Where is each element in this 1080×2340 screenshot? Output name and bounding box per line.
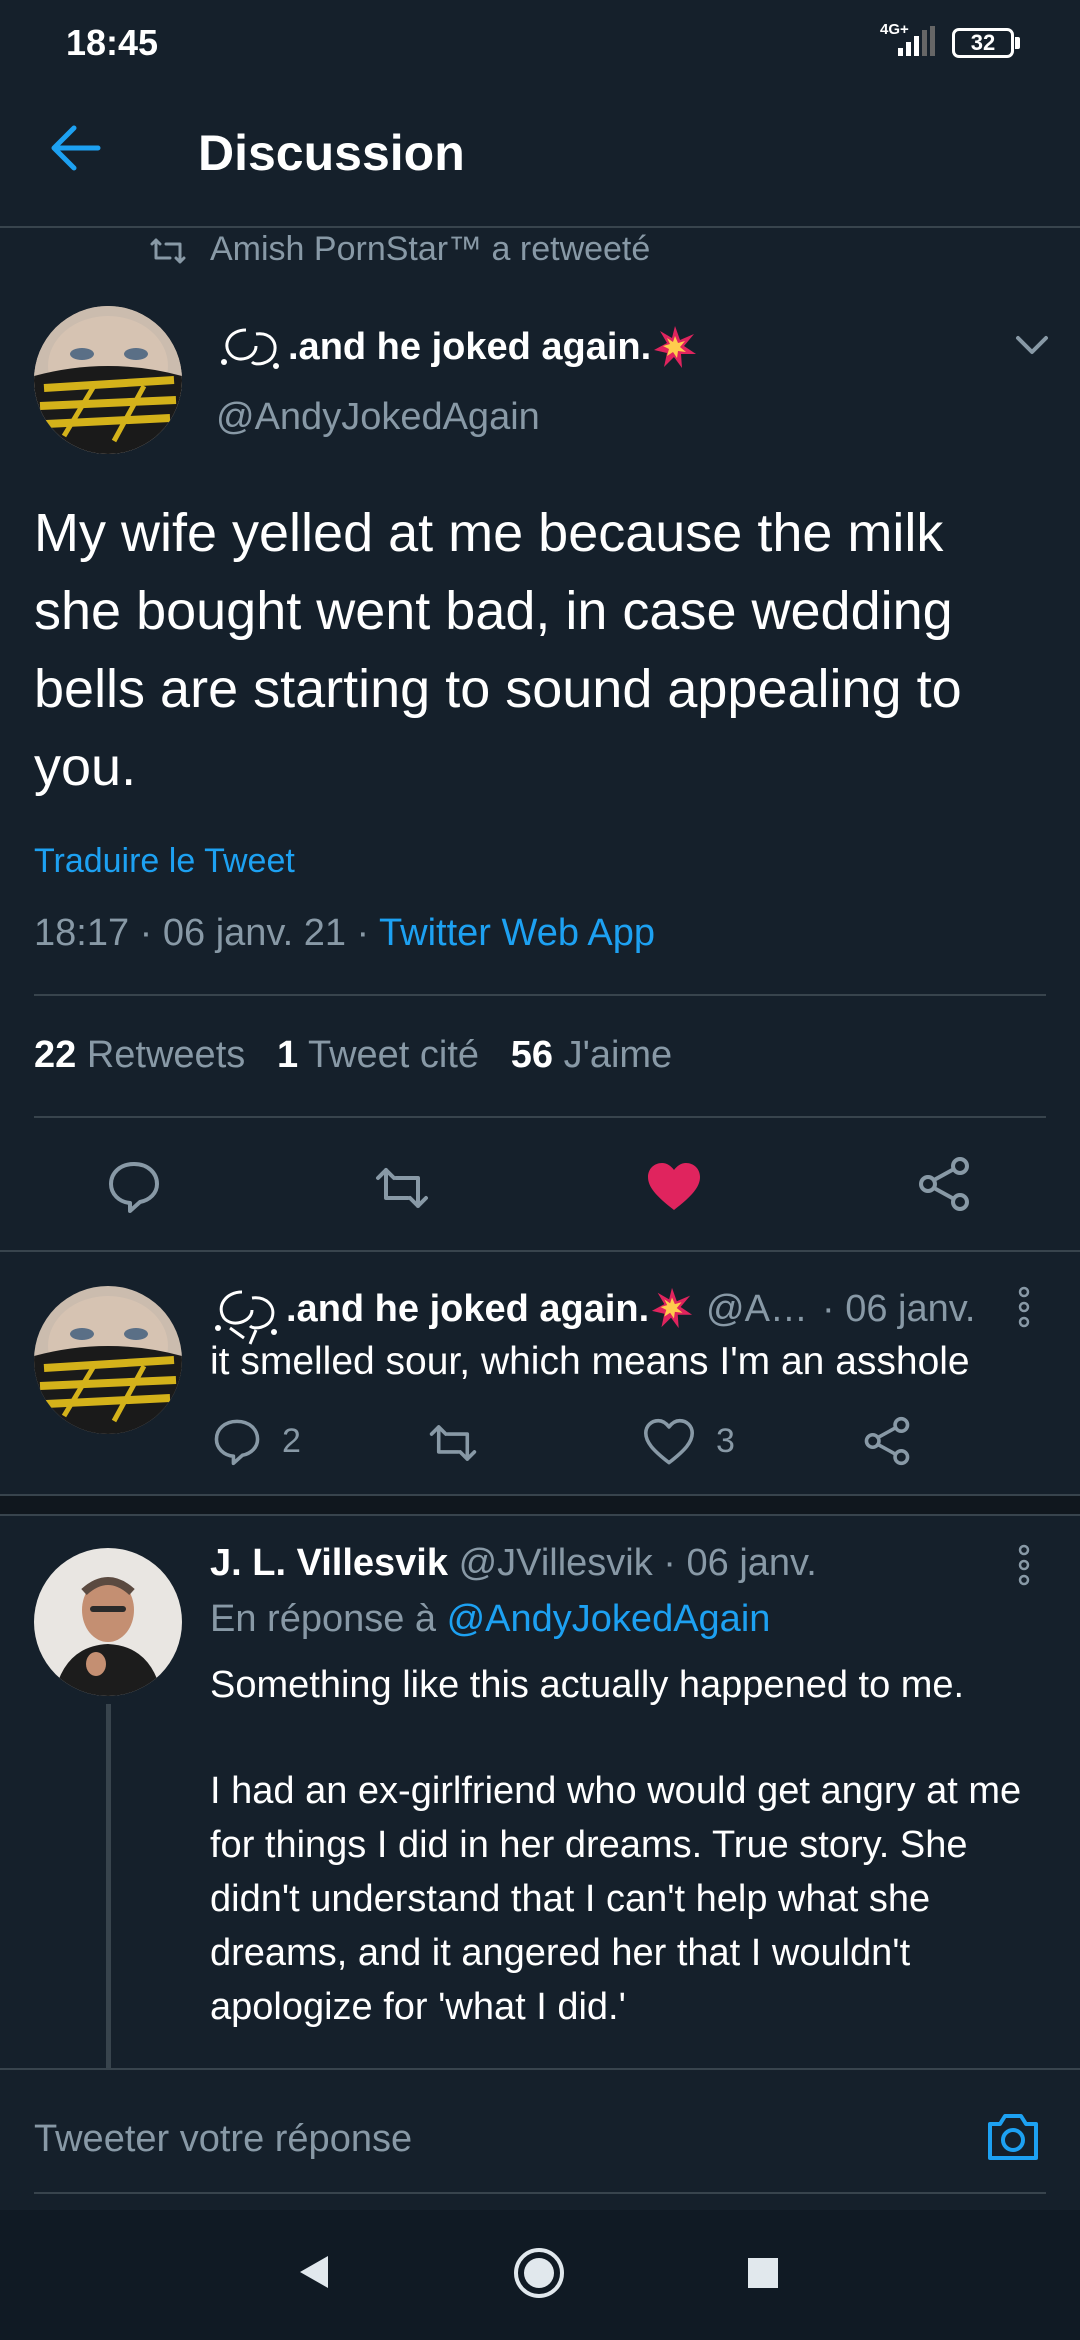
- reply-text: it smelled sour, which means I'm an assh…: [210, 1340, 970, 1383]
- battery-icon: 32: [952, 28, 1014, 58]
- camera-icon[interactable]: [984, 2110, 1042, 2164]
- avatar-image: [34, 306, 182, 454]
- reply2-date: · 06 janv.: [663, 1542, 817, 1584]
- likes-label[interactable]: J'aime: [564, 1034, 673, 1076]
- reply-reply-count: 2: [282, 1422, 301, 1460]
- reply2-handle[interactable]: @JVillesvik: [459, 1542, 653, 1584]
- reply-header: .and he joked again.: [286, 1288, 649, 1331]
- reply-like-icon[interactable]: [644, 1418, 694, 1468]
- status-time: 18:45: [66, 22, 159, 63]
- reply2-top-divider: [0, 1514, 1080, 1516]
- reply2-avatar-image: [34, 1548, 182, 1696]
- reply2-in-reply-to: En réponse à @AndyJokedAgain: [210, 1598, 770, 1641]
- reply-avatar-image: [34, 1286, 182, 1434]
- header-divider: [0, 226, 1080, 228]
- share-icon[interactable]: [916, 1156, 972, 1212]
- reply-handle[interactable]: @A…: [706, 1288, 808, 1331]
- collision-emoji-icon: [654, 326, 696, 368]
- reply2-reply-to-link[interactable]: @AndyJokedAgain: [447, 1598, 771, 1640]
- name-decoration-icon: [221, 328, 279, 369]
- tweet-text: My wife yelled at me because the milk sh…: [34, 503, 962, 797]
- more-options-icon[interactable]: [1014, 1282, 1034, 1332]
- reply-like-count: 3: [716, 1422, 735, 1460]
- quotes-count[interactable]: 1: [277, 1034, 298, 1076]
- translate-link[interactable]: Traduire le Tweet: [34, 842, 295, 881]
- retweet-icon[interactable]: [374, 1160, 430, 1216]
- likes-count[interactable]: 56: [511, 1034, 553, 1076]
- author-handle[interactable]: @AndyJokedAgain: [216, 396, 540, 439]
- meta-divider: [34, 994, 1046, 996]
- retweet-banner: Amish PornStar™ a retweeté: [210, 230, 651, 268]
- reply2-header: J. L. Villesvik @JVillesvik · 06 janv.: [210, 1542, 817, 1585]
- tweet-stats: 22 Retweets 1 Tweet cité 56 J'aime: [34, 1034, 672, 1077]
- reply-share-icon[interactable]: [862, 1416, 912, 1466]
- reply2-reply-prefix: En réponse à: [210, 1598, 447, 1640]
- retweets-count[interactable]: 22: [34, 1034, 76, 1076]
- reply-date: · 06 janv.: [822, 1288, 976, 1330]
- battery-tip: [1015, 37, 1020, 49]
- thread-line: [106, 1704, 111, 2070]
- reply2-more-options-icon[interactable]: [1014, 1540, 1034, 1590]
- nav-recents-icon[interactable]: [746, 2256, 780, 2290]
- page-title: Discussion: [198, 125, 465, 181]
- back-arrow-icon[interactable]: [46, 118, 106, 178]
- chevron-down-icon[interactable]: [1014, 334, 1050, 358]
- reply2-display-name[interactable]: J. L. Villesvik: [210, 1542, 448, 1584]
- nav-back-icon[interactable]: [296, 2252, 332, 2292]
- compose-top-divider: [0, 2068, 1080, 2070]
- signal-icon: [898, 26, 935, 56]
- tweet-source[interactable]: Twitter Web App: [379, 912, 655, 954]
- reply-collision-emoji-icon: [651, 1287, 693, 1329]
- nav-home-icon[interactable]: [512, 2246, 566, 2300]
- retweets-label[interactable]: Retweets: [87, 1034, 245, 1076]
- reply-avatar[interactable]: [34, 1286, 182, 1434]
- quotes-label[interactable]: Tweet cité: [308, 1034, 479, 1076]
- reply-reply-icon[interactable]: [212, 1416, 262, 1466]
- avatar[interactable]: [34, 306, 182, 454]
- reply2-text-p1: Something like this actually happened to…: [210, 1664, 965, 1706]
- compose-underline: [34, 2192, 1046, 2194]
- section-gap: [0, 1496, 1080, 1514]
- compose-input[interactable]: Tweeter votre réponse: [34, 2118, 412, 2161]
- tweet-meta: 18:17 · 06 janv. 21 · Twitter Web App: [34, 912, 655, 955]
- retweet-small-icon: [150, 238, 186, 264]
- reply2-avatar[interactable]: [34, 1548, 182, 1696]
- like-filled-icon[interactable]: [646, 1160, 702, 1216]
- actions-divider: [0, 1250, 1080, 1252]
- status-bar: 18:45 4G+ 32: [0, 0, 1080, 80]
- tweet-timestamp: 18:17 · 06 janv. 21 ·: [34, 912, 380, 954]
- reply2-text-p2: I had an ex-girlfriend who would get ang…: [210, 1770, 1022, 2028]
- stats-divider: [34, 1116, 1046, 1118]
- reply-icon[interactable]: [106, 1158, 162, 1214]
- reply-retweet-icon[interactable]: [428, 1418, 478, 1468]
- reply-display-name[interactable]: .and he joked again.: [286, 1288, 649, 1330]
- author-display-name[interactable]: .and he joked again.: [288, 326, 651, 369]
